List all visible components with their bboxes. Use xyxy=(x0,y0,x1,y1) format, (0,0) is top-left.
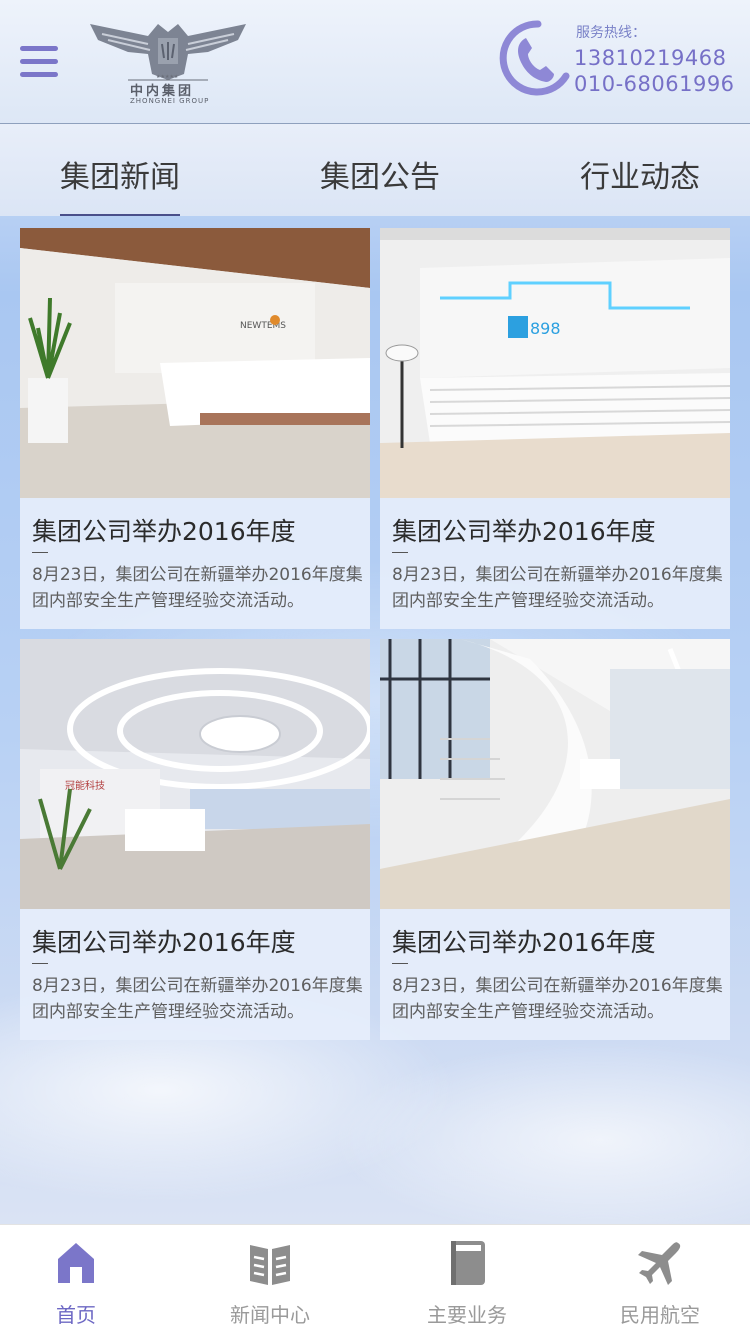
nav-item-news-center[interactable]: 新闻中心 xyxy=(180,1225,360,1334)
nav-label: 新闻中心 xyxy=(230,1303,310,1327)
lobby-reception-photo: 898 xyxy=(380,228,730,498)
logo-name-en: ZHONGNEI GROUP xyxy=(130,97,210,105)
airplane-icon xyxy=(638,1242,681,1285)
news-card[interactable]: 集团公司举办2016年度 8月23日，集团公司在新疆举办2016年度集团内部安全… xyxy=(380,639,730,1040)
phone-icon[interactable] xyxy=(498,20,570,96)
card-title: 集团公司举办2016年度 xyxy=(32,517,296,546)
card-title: 集团公司举办2016年度 xyxy=(392,517,656,546)
news-card[interactable]: 898 集团公司举办2016年度 8月23日，集团公司在新疆举办2016年度集团… xyxy=(380,228,730,629)
hamburger-menu-icon[interactable] xyxy=(20,46,58,80)
card-description: 8月23日，集团公司在新疆举办2016年度集团内部安全生产管理经验交流活动。 xyxy=(32,565,363,611)
hotline-number-landline[interactable]: 010-68061996 xyxy=(574,72,735,96)
ceiling-lobby-photo: 冠能科技 xyxy=(20,639,370,909)
bottom-nav: 首页 新闻中心 主要业务 民用航空 xyxy=(0,1224,750,1334)
news-card[interactable]: NEWTEMS 集团公司举办2016年度 8月23日，集团公司在新疆举办2016… xyxy=(20,228,370,629)
tab-group-news[interactable]: 集团新闻 xyxy=(60,152,180,196)
divider xyxy=(392,552,408,553)
nav-label: 首页 xyxy=(56,1303,96,1327)
divider xyxy=(32,963,48,964)
divider xyxy=(32,552,48,553)
book-icon xyxy=(250,1245,290,1285)
spiral-staircase-photo xyxy=(380,639,730,909)
office-reception-photo: NEWTEMS xyxy=(20,228,370,498)
card-title: 集团公司举办2016年度 xyxy=(392,928,656,957)
nav-label: 主要业务 xyxy=(427,1303,507,1327)
header: ★★★★★ 中内集团 ZHONGNEI GROUP 服务热线： 13810219… xyxy=(0,0,750,124)
category-tabs: 集团新闻 集团公告 行业动态 xyxy=(0,124,750,216)
home-icon xyxy=(58,1243,94,1283)
binder-icon xyxy=(451,1241,485,1285)
card-description: 8月23日，集团公司在新疆举办2016年度集团内部安全生产管理经验交流活动。 xyxy=(392,976,723,1022)
nav-label: 民用航空 xyxy=(620,1303,700,1327)
nav-item-main-business[interactable]: 主要业务 xyxy=(377,1225,557,1334)
hotline-number-mobile[interactable]: 13810219468 xyxy=(574,46,726,70)
tab-group-announcements[interactable]: 集团公告 xyxy=(320,152,440,196)
nav-item-civil-aviation[interactable]: 民用航空 xyxy=(570,1225,750,1334)
tab-industry-news[interactable]: 行业动态 xyxy=(580,152,700,196)
nav-item-home[interactable]: 首页 xyxy=(0,1225,166,1334)
hotline-label: 服务热线： xyxy=(576,25,646,41)
card-description: 8月23日，集团公司在新疆举办2016年度集团内部安全生产管理经验交流活动。 xyxy=(32,976,363,1022)
active-tab-underline xyxy=(60,214,180,216)
divider xyxy=(392,963,408,964)
card-title: 集团公司举办2016年度 xyxy=(32,928,296,957)
card-description: 8月23日，集团公司在新疆举办2016年度集团内部安全生产管理经验交流活动。 xyxy=(392,565,723,611)
news-card[interactable]: 冠能科技 集团公司举办2016年度 8月23日，集团公司在新疆举办2016年度集… xyxy=(20,639,370,1040)
svg-text:898: 898 xyxy=(530,319,561,338)
